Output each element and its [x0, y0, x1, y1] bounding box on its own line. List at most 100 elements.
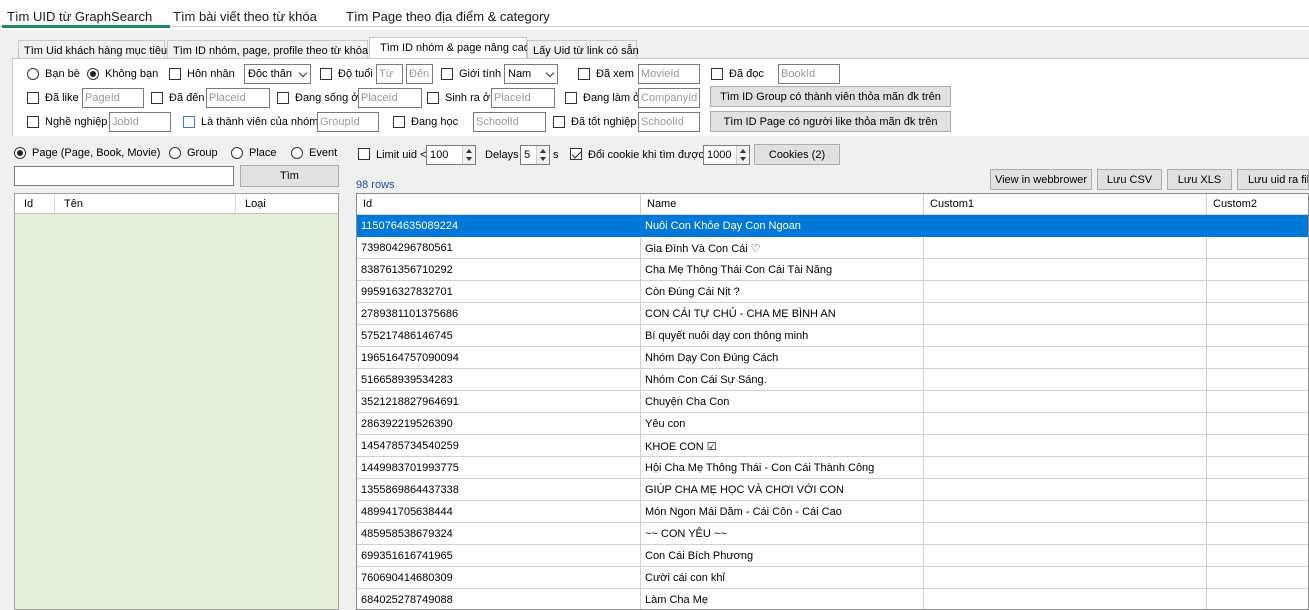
cell-custom1[interactable] [924, 479, 1207, 501]
column-header-id[interactable]: Id [357, 194, 641, 215]
radio-event[interactable] [291, 147, 303, 159]
column-header-id[interactable]: Id [15, 194, 55, 214]
select-gioi-tinh[interactable]: Nam [504, 64, 558, 84]
cell-name[interactable]: Con Cái Bích Phương [641, 545, 924, 567]
cell-custom1[interactable] [924, 589, 1207, 609]
cell-id[interactable]: 1355869864437338 [357, 479, 641, 501]
cell-custom2[interactable] [1207, 413, 1308, 435]
cell-custom2[interactable] [1207, 369, 1308, 391]
cell-id[interactable]: 739804296780561 [357, 237, 641, 259]
checkbox-doi-cookie[interactable] [570, 148, 582, 160]
cell-custom2[interactable] [1207, 457, 1308, 479]
cell-id[interactable]: 684025278749088 [357, 589, 641, 609]
input-job-id[interactable]: JobId [109, 112, 171, 132]
cell-id[interactable]: 995916327832701 [357, 281, 641, 303]
search-input[interactable] [14, 166, 234, 186]
checkbox-thanh-vien[interactable] [183, 116, 195, 128]
cell-custom1[interactable] [924, 215, 1207, 237]
input-place-id[interactable]: PlaceId [206, 88, 270, 108]
input-den[interactable]: Đến [406, 64, 433, 84]
table-row[interactable]: 2789381101375686 CON CÁI TỰ CHỦ - CHA MẸ … [357, 303, 1308, 325]
table-row[interactable]: 489941705638444 Món Ngon Mái Dăm - Cái Cô… [357, 501, 1308, 523]
cell-name[interactable]: Nuôi Con Khỏe Dạy Con Ngoan [641, 215, 924, 237]
view-in-browser-button[interactable]: View in webbrower [990, 169, 1092, 190]
cell-custom2[interactable] [1207, 347, 1308, 369]
cell-custom2[interactable] [1207, 259, 1308, 281]
table-row[interactable]: 684025278749088 Làm Cha Mẹ [357, 589, 1308, 609]
checkbox-da-like[interactable] [27, 92, 39, 104]
input-school-id-2[interactable]: SchoolId [638, 112, 700, 132]
cell-id[interactable]: 3521218827964691 [357, 391, 641, 413]
cell-custom2[interactable] [1207, 501, 1308, 523]
cell-custom1[interactable] [924, 325, 1207, 347]
cell-id[interactable]: 286392219526390 [357, 413, 641, 435]
cell-custom1[interactable] [924, 237, 1207, 259]
cell-custom1[interactable] [924, 501, 1207, 523]
checkbox-nghe-nghiep[interactable] [27, 116, 39, 128]
cell-id[interactable]: 699351616741965 [357, 545, 641, 567]
subtab-keyword-search[interactable]: Tìm ID nhóm, page, profile theo từ khóa [167, 40, 368, 59]
checkbox-da-doc[interactable] [711, 68, 723, 80]
cookie-stepper[interactable]: 1000 [703, 145, 750, 165]
cell-custom1[interactable] [924, 369, 1207, 391]
cell-id[interactable]: 838761356710292 [357, 259, 641, 281]
cell-custom1[interactable] [924, 567, 1207, 589]
cell-name[interactable]: Nhóm Dạy Con Đúng Cách [641, 347, 924, 369]
table-row[interactable]: 286392219526390 Yêu con [357, 413, 1308, 435]
checkbox-dang-song[interactable] [277, 92, 289, 104]
cell-custom1[interactable] [924, 347, 1207, 369]
find-group-button[interactable]: Tìm ID Group có thành viên thỏa mãn đk t… [710, 86, 951, 107]
cell-name[interactable]: Cười cái con khỉ [641, 567, 924, 589]
input-dang-song-place[interactable]: PlaceId [358, 88, 422, 108]
cell-name[interactable]: CON CÁI TỰ CHỦ - CHA MẸ BÌNH AN [641, 303, 924, 325]
cell-name[interactable]: Yêu con [641, 413, 924, 435]
save-uid-file-button[interactable]: Lưu uid ra file [1237, 169, 1309, 190]
table-row[interactable]: 485958538679324 ~~ CON YÊU ~~ [357, 523, 1308, 545]
cell-name[interactable]: Chuyện Cha Con [641, 391, 924, 413]
input-company-id[interactable]: CompanyId [638, 88, 700, 108]
checkbox-limit-uid[interactable] [358, 148, 370, 160]
cell-name[interactable]: Gia Đình Và Con Cái ♡ [641, 237, 924, 259]
cell-name[interactable]: GIÚP CHA MẸ HỌC VÀ CHƠI VỚI CON [641, 479, 924, 501]
cell-custom1[interactable] [924, 457, 1207, 479]
input-group-id[interactable]: GroupId [317, 112, 379, 132]
table-row[interactable]: 699351616741965 Con Cái Bích Phương [357, 545, 1308, 567]
select-hon-nhan[interactable]: Độc thân [244, 64, 311, 84]
cell-id[interactable]: 485958538679324 [357, 523, 641, 545]
checkbox-da-tot-nghiep[interactable] [553, 116, 565, 128]
radio-khong-ban[interactable] [87, 68, 99, 80]
cell-custom2[interactable] [1207, 325, 1308, 347]
cell-custom2[interactable] [1207, 237, 1308, 259]
cell-id[interactable]: 760690414680309 [357, 567, 641, 589]
cell-id[interactable]: 1150764635089224 [357, 215, 641, 237]
column-header-name[interactable]: Name [641, 194, 924, 215]
table-row[interactable]: 1449983701993775 Hội Cha Mẹ Thông Thái - … [357, 457, 1308, 479]
cell-id[interactable]: 2789381101375686 [357, 303, 641, 325]
cell-custom2[interactable] [1207, 281, 1308, 303]
cell-name[interactable]: Làm Cha Mẹ [641, 589, 924, 609]
table-row[interactable]: 1965164757090094 Nhóm Dạy Con Đúng Cách [357, 347, 1308, 369]
spinner-icon[interactable] [462, 146, 475, 164]
cell-id[interactable]: 1449983701993775 [357, 457, 641, 479]
cell-custom2[interactable] [1207, 567, 1308, 589]
cell-custom2[interactable] [1207, 523, 1308, 545]
column-header-loai[interactable]: Loại [236, 194, 338, 214]
find-page-button[interactable]: Tìm ID Page có người like thỏa mãn đk tr… [710, 111, 951, 132]
checkbox-da-den[interactable] [151, 92, 163, 104]
cookies-button[interactable]: Cookies (2) [754, 144, 840, 165]
input-sinh-ra-place[interactable]: PlaceId [491, 88, 555, 108]
cell-name[interactable]: Hội Cha Mẹ Thông Thái - Con Cái Thành Cô… [641, 457, 924, 479]
tab-graphsearch[interactable]: Tìm UID từ GraphSearch [7, 9, 152, 24]
save-csv-button[interactable]: Lưu CSV [1097, 169, 1162, 190]
spinner-icon[interactable] [736, 146, 749, 164]
checkbox-da-xem[interactable] [578, 68, 590, 80]
cell-id[interactable]: 1454785734540259 [357, 435, 641, 457]
cell-custom1[interactable] [924, 545, 1207, 567]
cell-custom1[interactable] [924, 435, 1207, 457]
checkbox-hon-nhan[interactable] [169, 68, 181, 80]
table-row[interactable]: 516658939534283 Nhóm Con Cái Sự Sáng. [357, 369, 1308, 391]
cell-name[interactable]: Còn Đúng Cái Nịt ? [641, 281, 924, 303]
cell-custom1[interactable] [924, 281, 1207, 303]
table-row[interactable]: 1355869864437338 GIÚP CHA MẸ HỌC VÀ CHƠI … [357, 479, 1308, 501]
cell-custom1[interactable] [924, 413, 1207, 435]
